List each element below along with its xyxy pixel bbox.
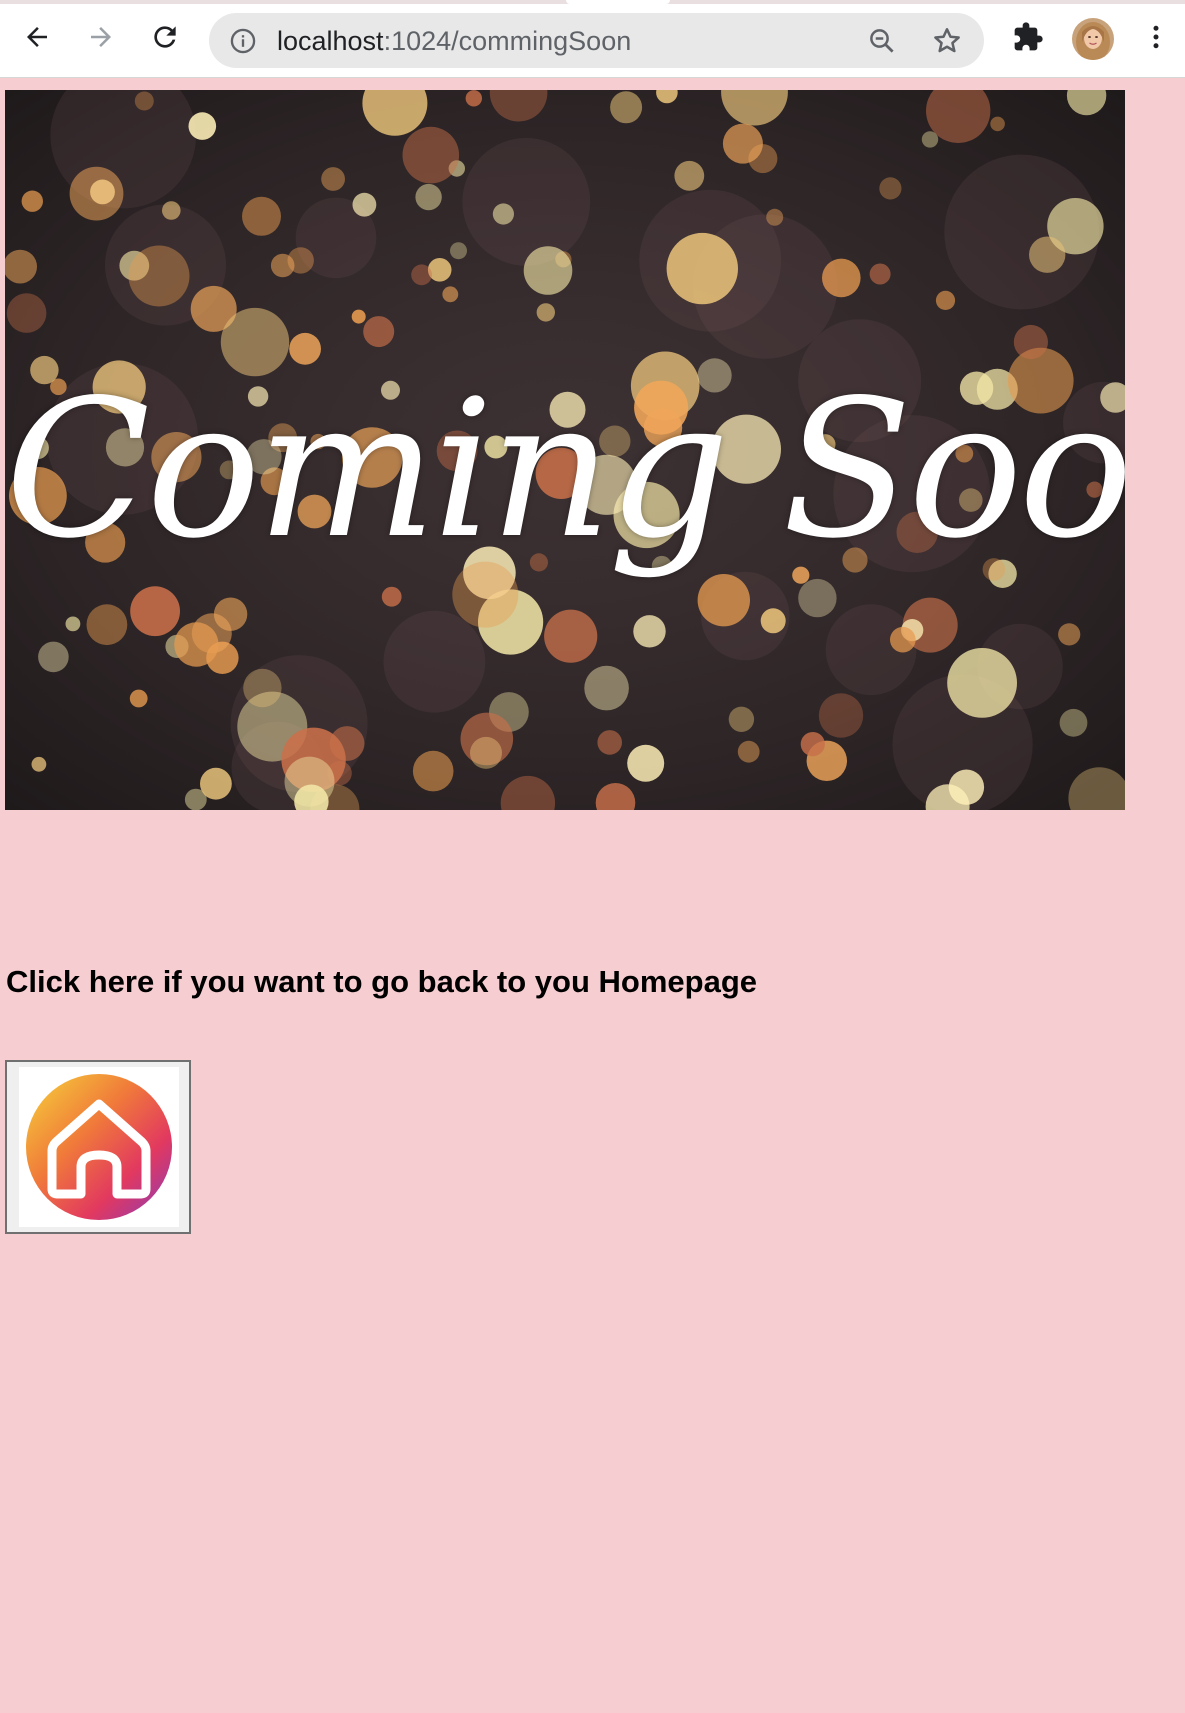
reload-icon — [154, 26, 176, 48]
active-tab-edge — [566, 0, 670, 4]
url-host: localhost — [277, 26, 384, 56]
arrow-left-icon — [27, 27, 47, 47]
coming-soon-banner: Coming Soon — [5, 90, 1125, 810]
star-icon[interactable] — [931, 25, 963, 57]
info-icon[interactable] — [229, 27, 257, 55]
zoom-out-icon[interactable] — [867, 26, 897, 56]
extensions-button[interactable] — [1006, 15, 1050, 59]
home-icon — [19, 1067, 179, 1227]
address-bar[interactable]: localhost:1024/commingSoon — [209, 13, 984, 68]
back-to-homepage-text: Click here if you want to go back to you… — [6, 964, 758, 999]
url-text[interactable]: localhost:1024/commingSoon — [277, 25, 631, 57]
avatar-image — [1072, 18, 1114, 60]
browser-menu-button[interactable] — [1134, 15, 1178, 59]
home-button[interactable] — [5, 1060, 191, 1234]
forward-button[interactable] — [79, 15, 123, 59]
arrow-right-icon — [91, 27, 111, 47]
back-button[interactable] — [15, 15, 59, 59]
url-path: :1024/commingSoon — [383, 26, 632, 56]
reload-button[interactable] — [143, 15, 187, 59]
puzzle-icon — [1014, 22, 1043, 51]
hero-title: Coming Soon — [5, 359, 1125, 580]
kebab-menu-icon — [1153, 25, 1159, 49]
browser-toolbar: localhost:1024/commingSoon — [0, 0, 1185, 78]
profile-avatar[interactable] — [1072, 18, 1114, 60]
